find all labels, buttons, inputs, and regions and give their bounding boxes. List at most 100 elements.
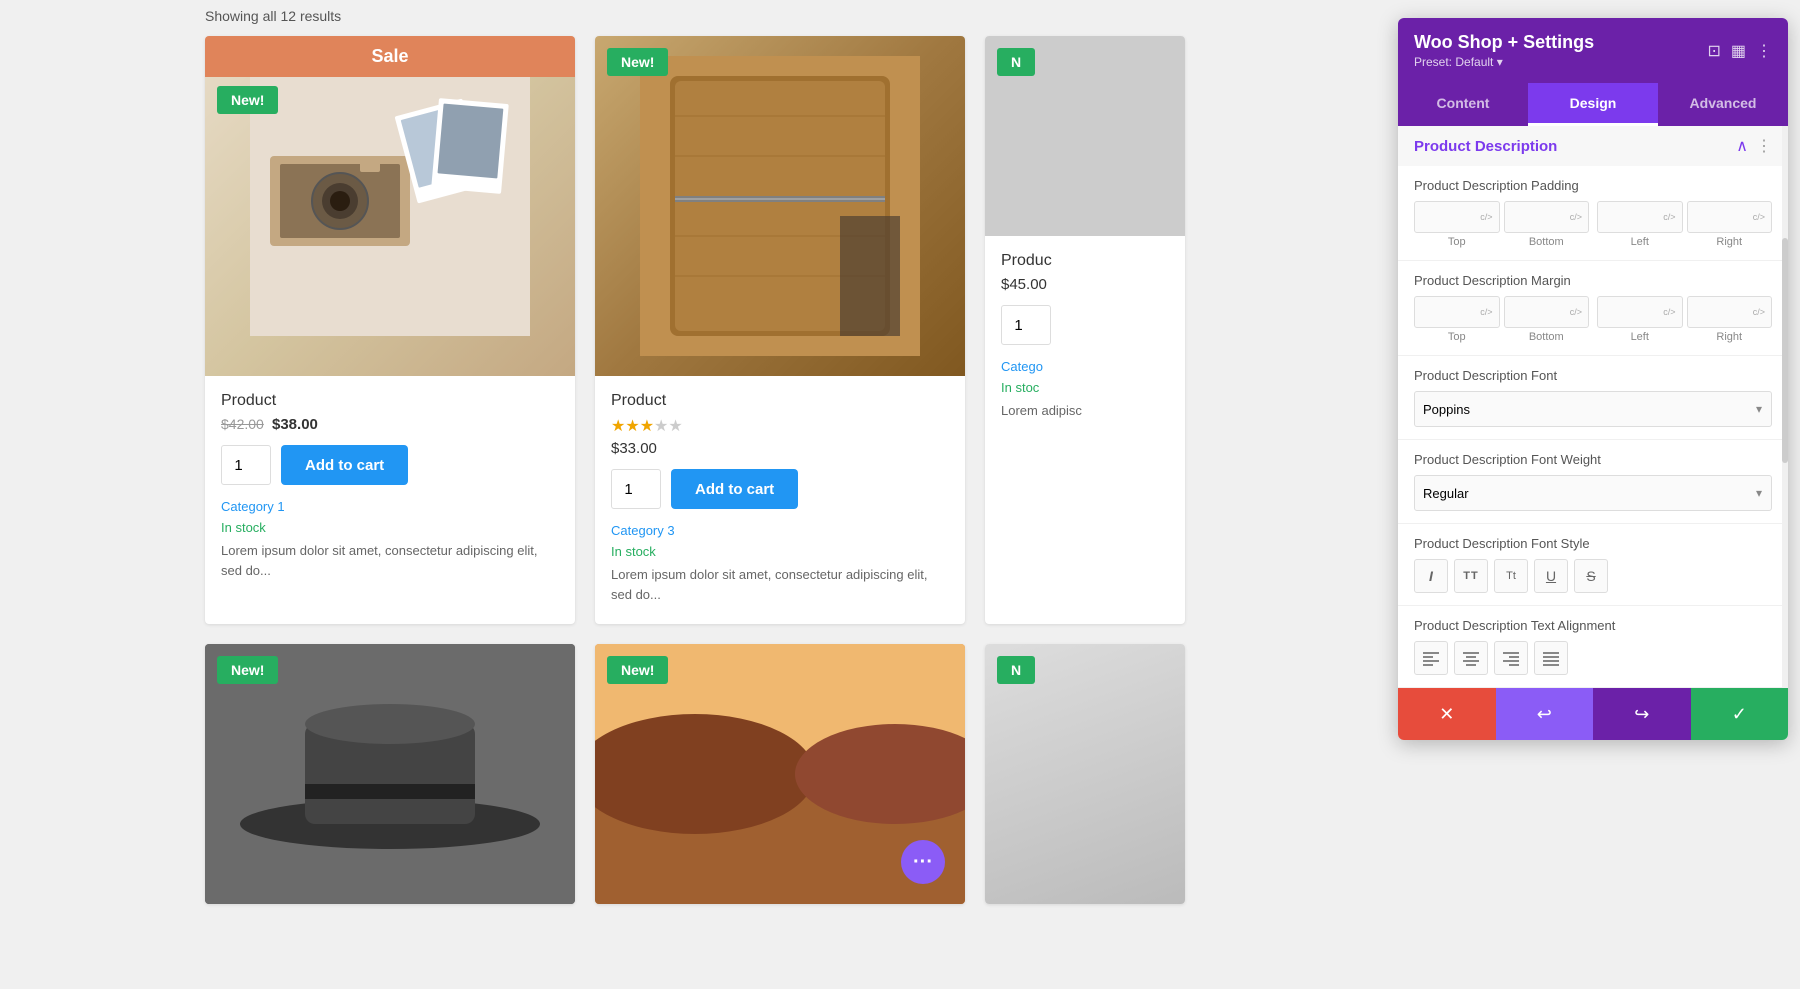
- padding-bottom-input[interactable]: [1511, 210, 1570, 224]
- margin-top-label: Top: [1414, 331, 1500, 343]
- margin-inputs: c/> c/> Top Bottom: [1414, 296, 1772, 343]
- padding-left-input[interactable]: [1604, 210, 1663, 224]
- btn-titlecase[interactable]: Tt: [1494, 559, 1528, 593]
- badge-new-3: N: [997, 48, 1035, 76]
- padding-right-code: c/>: [1753, 212, 1765, 222]
- margin-bottom-input[interactable]: [1511, 305, 1570, 319]
- section-title: Product Description: [1414, 138, 1557, 155]
- margin-left-input[interactable]: [1604, 305, 1663, 319]
- qty-input-3[interactable]: [1001, 305, 1051, 345]
- btn-align-left[interactable]: [1414, 641, 1448, 675]
- padding-top-input-wrapper: c/>: [1414, 201, 1500, 233]
- margin-label: Product Description Margin: [1414, 273, 1772, 288]
- product-info-1: Product $42.00 $38.00 Add to cart Catego…: [205, 376, 575, 600]
- padding-label: Product Description Padding: [1414, 178, 1772, 193]
- panel-title: Woo Shop + Settings: [1414, 32, 1594, 53]
- product-category-3[interactable]: Catego: [1001, 359, 1169, 374]
- btn-uppercase[interactable]: TT: [1454, 559, 1488, 593]
- main-content: Showing all 12 results Sale New!: [0, 0, 1800, 989]
- footer-undo-button[interactable]: ↩: [1496, 688, 1594, 740]
- padding-top-input[interactable]: [1421, 210, 1480, 224]
- save-icon: ✓: [1732, 704, 1747, 725]
- font-style-buttons: I TT Tt U S: [1414, 559, 1772, 593]
- add-to-cart-button-1[interactable]: Add to cart: [281, 445, 408, 485]
- section-chevron-up[interactable]: ∧: [1736, 136, 1748, 156]
- panel-icon-2[interactable]: ▦: [1731, 41, 1746, 61]
- product-card-5: New! ···: [595, 644, 965, 904]
- add-to-cart-button-2[interactable]: Add to cart: [671, 469, 798, 509]
- margin-top-code: c/>: [1480, 307, 1492, 317]
- footer-redo-button[interactable]: ↪: [1593, 688, 1691, 740]
- margin-right-input[interactable]: [1694, 305, 1753, 319]
- font-weight-select[interactable]: Regular Thin Light Medium SemiBold Bold: [1414, 475, 1772, 511]
- tab-advanced[interactable]: Advanced: [1658, 83, 1788, 126]
- btn-align-justify[interactable]: [1534, 641, 1568, 675]
- btn-align-right[interactable]: [1494, 641, 1528, 675]
- padding-tb-inputs: c/> c/>: [1414, 201, 1589, 233]
- panel-preset[interactable]: Preset: Default ▾: [1414, 55, 1594, 69]
- product-image-3: N: [985, 36, 1185, 236]
- padding-right-input[interactable]: [1694, 210, 1753, 224]
- margin-top-input[interactable]: [1421, 305, 1480, 319]
- qty-input-1[interactable]: [221, 445, 271, 485]
- field-text-alignment: Product Description Text Alignment: [1398, 606, 1788, 688]
- padding-right-input-wrapper: c/>: [1687, 201, 1773, 233]
- panel-header-icons: ⊡ ▦ ⋮: [1707, 41, 1772, 61]
- panel-icon-3[interactable]: ⋮: [1756, 41, 1772, 61]
- btn-italic[interactable]: I: [1414, 559, 1448, 593]
- fab-button[interactable]: ···: [901, 840, 945, 884]
- qty-input-2[interactable]: [611, 469, 661, 509]
- margin-bottom-label: Bottom: [1504, 331, 1590, 343]
- padding-left-input-wrapper: c/>: [1597, 201, 1683, 233]
- margin-top-input-wrapper: c/>: [1414, 296, 1500, 328]
- product-image-2: New!: [595, 36, 965, 376]
- panel-header-left: Woo Shop + Settings Preset: Default ▾: [1414, 32, 1594, 69]
- padding-bottom-input-wrapper: c/>: [1504, 201, 1590, 233]
- product-category-2[interactable]: Category 3: [611, 523, 949, 538]
- align-justify-icon: [1543, 650, 1559, 666]
- product-img-bag: [595, 36, 965, 376]
- text-align-label: Product Description Text Alignment: [1414, 618, 1772, 633]
- product-image-4: New!: [205, 644, 575, 904]
- margin-left-input-wrapper: c/>: [1597, 296, 1683, 328]
- tab-content[interactable]: Content: [1398, 83, 1528, 126]
- section-controls: ∧ ⋮: [1736, 136, 1772, 156]
- padding-bottom-code: c/>: [1570, 212, 1582, 222]
- product-name-1: Product: [221, 392, 559, 410]
- padding-lr-inputs: c/> c/>: [1597, 201, 1772, 233]
- margin-right-label: Right: [1687, 331, 1773, 343]
- btn-align-center[interactable]: [1454, 641, 1488, 675]
- price-sale-1: $38.00: [272, 416, 318, 433]
- fab-icon: ···: [913, 851, 933, 874]
- tab-design[interactable]: Design: [1528, 83, 1658, 126]
- bag-image-svg: [640, 56, 920, 356]
- product-category-1[interactable]: Category 1: [221, 499, 559, 514]
- margin-left-right: c/> c/> Left Right: [1597, 296, 1772, 343]
- product-image-1: Sale New!: [205, 36, 575, 376]
- btn-strikethrough[interactable]: S: [1574, 559, 1608, 593]
- margin-right-input-wrapper: c/>: [1687, 296, 1773, 328]
- product-name-2: Product: [611, 392, 949, 410]
- font-select[interactable]: Poppins: [1414, 391, 1772, 427]
- add-to-cart-row-2: Add to cart: [611, 469, 949, 509]
- product-image-5: New! ···: [595, 644, 965, 904]
- product-price-3: $45.00: [1001, 276, 1169, 293]
- section-more-options[interactable]: ⋮: [1756, 136, 1772, 156]
- padding-inputs: c/> c/> Top Bottom: [1414, 201, 1772, 248]
- footer-cancel-button[interactable]: ✕: [1398, 688, 1496, 740]
- field-font: Product Description Font Poppins: [1398, 356, 1788, 440]
- footer-save-button[interactable]: ✓: [1691, 688, 1789, 740]
- margin-lr-inputs: c/> c/>: [1597, 296, 1772, 328]
- scrollbar-thumb[interactable]: [1782, 238, 1788, 463]
- font-label: Product Description Font: [1414, 368, 1772, 383]
- product-name-3: Produc: [1001, 252, 1169, 270]
- panel-tabs: Content Design Advanced: [1398, 83, 1788, 126]
- product-price-1: $42.00 $38.00: [221, 416, 559, 433]
- badge-new-4: New!: [217, 656, 278, 684]
- btn-underline[interactable]: U: [1534, 559, 1568, 593]
- field-font-style: Product Description Font Style I TT Tt U…: [1398, 524, 1788, 606]
- panel-icon-1[interactable]: ⊡: [1707, 41, 1720, 61]
- field-padding: Product Description Padding c/> c/>: [1398, 166, 1788, 261]
- padding-bottom-label: Bottom: [1504, 236, 1590, 248]
- field-font-weight: Product Description Font Weight Regular …: [1398, 440, 1788, 524]
